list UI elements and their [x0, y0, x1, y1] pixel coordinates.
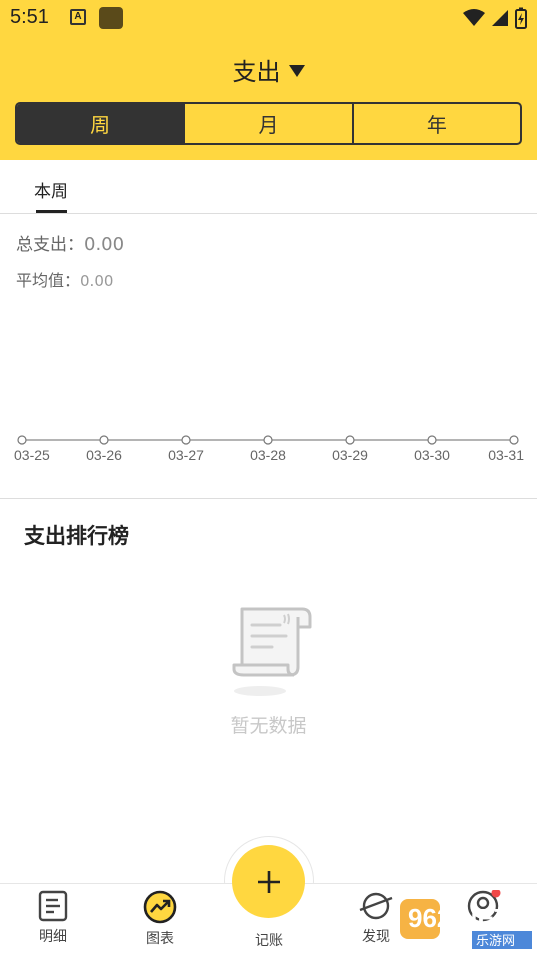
add-record-button[interactable]: [232, 845, 305, 918]
segment-year[interactable]: 年: [351, 104, 520, 143]
total-label: 总支出：: [16, 235, 84, 255]
nav-item-details[interactable]: 明细: [13, 890, 93, 946]
segment-week[interactable]: 周: [17, 104, 184, 143]
watermark-subtext: 乐游网: [476, 934, 515, 949]
empty-scroll-icon: [232, 607, 312, 696]
data-point: [345, 435, 355, 445]
notification-a-icon: A: [70, 9, 86, 25]
data-point: [427, 435, 437, 445]
x-tick-label: 03-30: [414, 447, 450, 463]
planet-icon: [359, 892, 393, 920]
nav-label-details: 明细: [39, 929, 67, 945]
watermark-text: 962.NET: [408, 903, 511, 933]
x-tick-label: 03-25: [14, 447, 50, 463]
stats-summary: 总支出：0.00 平均值：0.00: [16, 230, 124, 291]
status-time: 5:51: [10, 6, 49, 28]
total-expense: 总支出：0.00: [16, 230, 124, 255]
average-expense: 平均值：0.00: [16, 267, 124, 291]
chart-trend-icon: [143, 890, 177, 924]
status-indicators: [463, 7, 527, 29]
page-title: 支出: [232, 58, 281, 86]
nav-label-record: 记账: [255, 933, 283, 949]
ranking-title: 支出排行榜: [24, 524, 129, 548]
empty-state-text: 暂无数据: [230, 715, 307, 737]
wifi-icon: [463, 9, 485, 26]
data-point: [509, 435, 519, 445]
document-icon: [38, 890, 68, 922]
x-tick-label: 03-29: [332, 447, 368, 463]
data-point: [99, 435, 109, 445]
average-label: 平均值：: [16, 271, 81, 290]
signal-icon: [492, 10, 508, 26]
nav-item-charts[interactable]: 图表: [120, 890, 200, 948]
notification-app-icon: [99, 7, 123, 29]
average-value: 0.00: [80, 272, 114, 290]
data-point: [263, 435, 273, 445]
type-selector[interactable]: 支出: [0, 52, 537, 87]
plus-icon: [257, 870, 280, 893]
period-tabs: 本周: [0, 160, 537, 214]
battery-icon: [515, 7, 527, 29]
site-watermark: 962.NET 乐游网: [400, 899, 532, 949]
total-value: 0.00: [84, 234, 125, 255]
nav-label-charts: 图表: [146, 931, 174, 947]
tab-this-week[interactable]: 本周: [34, 177, 68, 202]
segment-month[interactable]: 月: [183, 104, 351, 143]
status-bar: 5:51 A: [0, 0, 537, 36]
x-tick-label: 03-31: [488, 447, 524, 463]
x-tick-label: 03-26: [86, 447, 122, 463]
x-tick-label: 03-27: [168, 447, 204, 463]
expense-line-chart: 03-25 03-26 03-27 03-28 03-29 03-30 03-31: [14, 435, 524, 463]
header: 5:51 A 支出 周 月 年: [0, 0, 537, 160]
x-tick-label: 03-28: [250, 447, 286, 463]
dropdown-triangle-icon: [288, 65, 305, 77]
data-point: [17, 435, 27, 445]
data-point: [181, 435, 191, 445]
tab-active-indicator: [36, 210, 67, 213]
section-divider: [0, 498, 537, 499]
period-segmented-control: 周 月 年: [15, 102, 522, 145]
